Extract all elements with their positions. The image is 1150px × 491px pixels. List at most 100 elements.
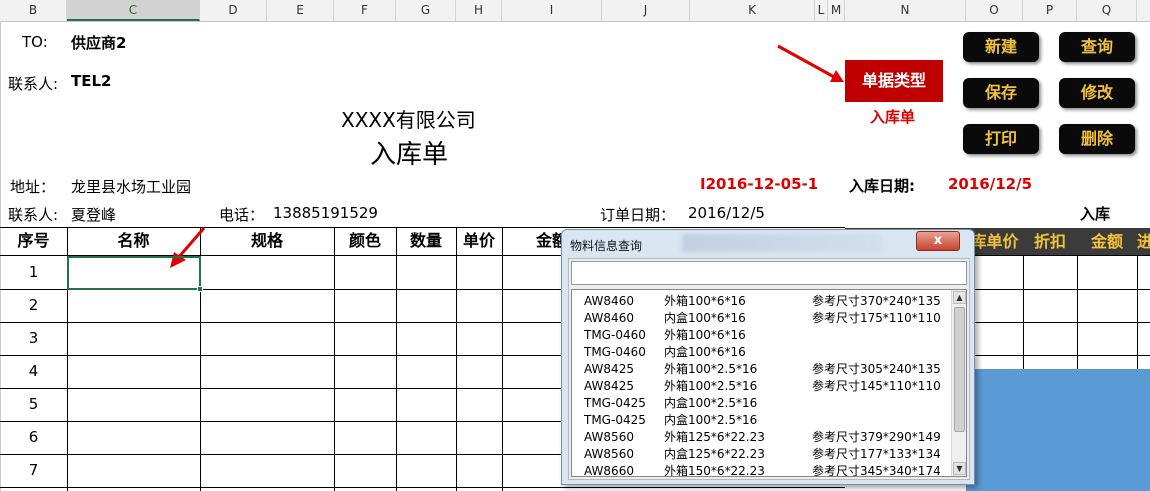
result-list[interactable]: AW8460 外箱100*6*16 参考尺寸370*240*135 AW8460 内盒1… <box>571 289 967 477</box>
item-code: AW8425 <box>584 379 634 393</box>
scroll-thumb[interactable] <box>954 307 965 432</box>
dialog-body: AW8460 外箱100*6*16 参考尺寸370*240*135 AW8460 内盒1… <box>568 258 970 480</box>
scrollbar[interactable]: ▲ ▼ <box>951 290 966 476</box>
item-spec: 内盒100*6*16 <box>664 345 746 359</box>
list-item[interactable]: AW8460 内盒100*6*16 参考尺寸175*110*110 <box>572 310 952 327</box>
row-number: 2 <box>28 296 39 314</box>
list-item[interactable]: TMG-0425 内盒100*2.5*16 <box>572 395 952 412</box>
list-item[interactable]: TMG-0425 内盒100*2.5*16 <box>572 412 952 429</box>
item-size: 参考尺寸370*240*135 <box>812 294 941 308</box>
column-header[interactable]: G <box>396 0 456 21</box>
column-header[interactable]: F <box>334 0 396 21</box>
list-item[interactable]: TMG-0460 外箱100*6*16 <box>572 327 952 344</box>
item-spec: 内盒125*6*22.23 <box>664 447 765 461</box>
scroll-up-icon[interactable]: ▲ <box>953 291 966 304</box>
item-size: 参考尺寸145*110*110 <box>812 379 941 393</box>
column-header[interactable]: N <box>845 0 966 21</box>
column-header[interactable]: J <box>602 0 690 21</box>
item-spec: 外箱100*6*16 <box>664 328 746 342</box>
arrow-icon <box>777 44 844 82</box>
save-button[interactable]: 保存 <box>963 78 1039 108</box>
delete-button[interactable]: 删除 <box>1059 124 1135 154</box>
item-code: TMG-0460 <box>584 345 646 359</box>
header-cell: 金额 <box>1090 232 1123 251</box>
item-code: TMG-0460 <box>584 328 646 342</box>
search-input[interactable] <box>571 261 967 285</box>
item-code: AW8660 <box>584 464 634 477</box>
list-item[interactable]: AW8560 外箱125*6*22.23 参考尺寸379*290*149 <box>572 429 952 446</box>
item-code: AW8425 <box>584 362 634 376</box>
list-item[interactable]: TMG-0460 内盒100*6*16 <box>572 344 952 361</box>
row-number: 3 <box>28 329 39 347</box>
list-item[interactable]: AW8560 内盒125*6*22.23 参考尺寸177*133*134 <box>572 446 952 463</box>
column-header[interactable]: D <box>200 0 267 21</box>
receipt-date-value[interactable]: 2016/12/5 <box>948 175 1032 193</box>
item-code: AW8460 <box>584 294 634 308</box>
header-cell: 单价 <box>462 231 495 250</box>
row-number: 5 <box>28 395 39 413</box>
item-code: TMG-0425 <box>584 396 646 410</box>
column-header[interactable]: L <box>815 0 828 21</box>
list-item[interactable]: AW8460 外箱100*6*16 参考尺寸370*240*135 <box>572 293 952 310</box>
doc-type-value: 入库单 <box>870 108 916 126</box>
item-spec: 外箱100*6*16 <box>664 294 746 308</box>
document-title: 入库单 <box>370 140 449 170</box>
row-number: 1 <box>28 263 39 281</box>
print-button[interactable]: 打印 <box>963 124 1039 154</box>
item-spec: 外箱100*2.5*16 <box>664 379 758 393</box>
to-label: TO: <box>22 33 48 51</box>
item-spec: 内盒100*6*16 <box>664 311 746 325</box>
fill-handle[interactable] <box>197 286 203 292</box>
item-size: 参考尺寸345*340*174 <box>812 464 941 477</box>
contact-value[interactable]: TEL2 <box>71 72 111 90</box>
header-cell: 折扣 <box>1033 232 1066 251</box>
title-bar-blur <box>682 234 882 252</box>
row-number: 4 <box>28 362 39 380</box>
column-header[interactable]: Q <box>1077 0 1137 21</box>
list-item[interactable]: AW8425 外箱100*2.5*16 参考尺寸145*110*110 <box>572 378 952 395</box>
contact-person-value[interactable]: 夏登峰 <box>71 204 116 225</box>
query-button[interactable]: 查询 <box>1059 32 1135 62</box>
modify-button[interactable]: 修改 <box>1059 78 1135 108</box>
column-header[interactable]: P <box>1023 0 1077 21</box>
column-header[interactable]: O <box>966 0 1023 21</box>
column-header[interactable]: C <box>67 0 200 21</box>
header-cell: 规格 <box>250 231 283 250</box>
column-header[interactable]: E <box>267 0 334 21</box>
header-cell: 名称 <box>117 231 150 250</box>
to-value[interactable]: 供应商2 <box>71 32 126 53</box>
close-button[interactable]: x <box>916 231 960 251</box>
item-code: TMG-0425 <box>584 413 646 427</box>
list-item[interactable]: AW8425 外箱100*2.5*16 参考尺寸305*240*135 <box>572 361 952 378</box>
new-button[interactable]: 新建 <box>963 32 1039 62</box>
order-date-label: 订单日期： <box>600 206 676 224</box>
dialog-title: 物料信息查询 <box>570 239 643 253</box>
contact-person-label: 联系人: <box>8 206 59 224</box>
selected-cell[interactable] <box>67 256 203 292</box>
item-spec: 外箱150*6*22.23 <box>664 464 765 477</box>
row-number: 7 <box>28 461 39 479</box>
address-value[interactable]: 龙里县水场工业园 <box>71 176 191 197</box>
phone-label: 电话： <box>219 206 265 224</box>
header-cell: 序号 <box>17 231 50 250</box>
contact-label: 联系人: <box>8 75 59 93</box>
list-item[interactable]: AW8660 外箱150*6*22.23 参考尺寸345*340*174 <box>572 463 952 477</box>
column-header[interactable]: M <box>828 0 845 21</box>
company-name: XXXX有限公司 <box>341 108 476 132</box>
item-size: 参考尺寸305*240*135 <box>812 362 941 376</box>
receipt-date-label: 入库日期: <box>849 177 915 195</box>
item-spec: 内盒100*2.5*16 <box>664 396 758 410</box>
column-header[interactable]: B <box>0 0 67 21</box>
column-header[interactable]: K <box>690 0 815 21</box>
header-cell: 进 <box>1137 232 1150 251</box>
order-date-value[interactable]: 2016/12/5 <box>688 204 765 222</box>
item-size: 参考尺寸177*133*134 <box>812 447 941 461</box>
document-number: I2016-12-05-1 <box>700 175 819 193</box>
column-header[interactable]: H <box>456 0 502 21</box>
doc-type-button[interactable]: 单据类型 <box>845 60 943 102</box>
item-spec: 外箱100*2.5*16 <box>664 362 758 376</box>
phone-value[interactable]: 13885191529 <box>273 204 378 222</box>
column-header[interactable]: I <box>502 0 602 21</box>
header-cell: 颜色 <box>348 231 381 250</box>
scroll-down-icon[interactable]: ▼ <box>953 462 966 475</box>
